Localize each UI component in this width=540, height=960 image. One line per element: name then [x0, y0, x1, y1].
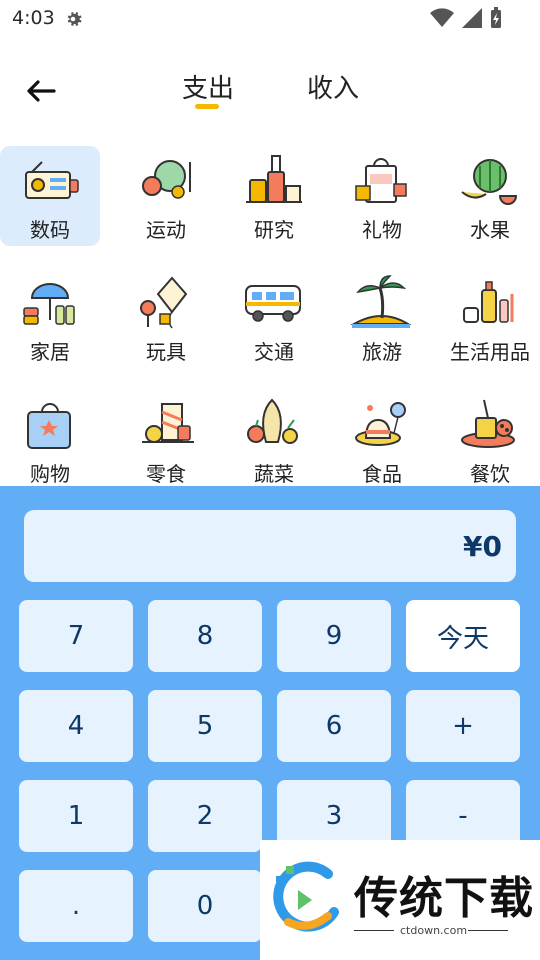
category-label: 生活用品	[450, 340, 530, 364]
category-daily-goods[interactable]: 生活用品	[440, 268, 540, 368]
category-home[interactable]: 家居	[0, 268, 100, 368]
key-plus[interactable]: +	[406, 690, 520, 762]
signal-icon	[462, 8, 482, 28]
fruit-icon	[461, 159, 518, 205]
settings-gear-icon	[67, 12, 82, 26]
key-5[interactable]: 5	[148, 690, 262, 762]
category-food[interactable]: 食品	[332, 390, 432, 486]
tab-income[interactable]: 收入	[305, 68, 361, 105]
category-vegetables[interactable]: 蔬菜	[224, 390, 324, 486]
gift-bag-icon	[355, 158, 407, 203]
home-umbrella-icon	[23, 283, 75, 325]
key-0[interactable]: 0	[148, 870, 262, 942]
dining-icon	[461, 399, 515, 448]
palm-island-icon	[350, 275, 412, 328]
category-shopping[interactable]: 购物	[0, 390, 100, 486]
key-2[interactable]: 2	[148, 780, 262, 852]
category-label: 零食	[146, 462, 186, 486]
watermark: 传统下载 ctdown.com	[260, 840, 540, 960]
sports-balls-icon	[142, 160, 191, 199]
category-research[interactable]: 研究	[224, 146, 324, 246]
category-label: 蔬菜	[254, 462, 294, 486]
status-bar: 4:03	[0, 0, 540, 38]
key-1[interactable]: 1	[19, 780, 133, 852]
category-sports[interactable]: 运动	[116, 146, 216, 246]
category-label: 运动	[146, 218, 186, 242]
tab-active-indicator	[195, 104, 219, 109]
category-label: 食品	[362, 462, 402, 486]
category-label: 研究	[254, 218, 294, 242]
date-today-button[interactable]: 今天	[406, 600, 520, 672]
category-snacks[interactable]: 零食	[116, 390, 216, 486]
watermark-title: 传统下载	[354, 873, 534, 924]
category-digital[interactable]: 数码	[0, 146, 100, 246]
watermark-url: ctdown.com	[400, 924, 468, 937]
key-dot[interactable]: .	[19, 870, 133, 942]
amount-value: ¥0	[463, 530, 502, 563]
vegetables-icon	[247, 398, 298, 444]
wifi-icon	[430, 8, 454, 27]
snacks-icon	[142, 403, 194, 443]
watermark-divider	[468, 930, 508, 931]
category-grid: 数码 运动 研究 礼物 水果 家居 玩具 交通 旅游 生活用品 购物 零食 蔬菜…	[0, 146, 540, 486]
food-hat-icon	[355, 402, 406, 446]
category-transport[interactable]: 交通	[224, 268, 324, 368]
category-label: 交通	[254, 340, 294, 364]
radio-icon	[25, 161, 79, 199]
category-label: 家居	[30, 340, 70, 364]
watermark-divider	[354, 930, 394, 931]
key-6[interactable]: 6	[277, 690, 391, 762]
key-9[interactable]: 9	[277, 600, 391, 672]
category-label: 旅游	[362, 340, 402, 364]
category-label: 水果	[470, 218, 510, 242]
category-dining[interactable]: 餐饮	[440, 390, 540, 486]
tab-expense[interactable]: 支出	[180, 68, 236, 105]
key-8[interactable]: 8	[148, 600, 262, 672]
key-4[interactable]: 4	[19, 690, 133, 762]
category-label: 礼物	[362, 218, 402, 242]
toiletries-icon	[463, 281, 514, 323]
research-icon	[246, 155, 302, 203]
kite-toy-icon	[140, 276, 188, 329]
amount-display: ¥0	[24, 510, 516, 582]
category-label: 数码	[30, 218, 70, 242]
category-fruit[interactable]: 水果	[440, 146, 540, 246]
header: 支出 收入	[0, 60, 540, 120]
status-time: 4:03	[12, 7, 55, 29]
category-label: 玩具	[146, 340, 186, 364]
category-label: 购物	[30, 462, 70, 486]
bus-icon	[245, 285, 301, 322]
back-arrow-icon[interactable]	[24, 76, 60, 106]
shopping-bag-icon	[27, 403, 71, 449]
battery-icon	[491, 7, 501, 28]
category-gift[interactable]: 礼物	[332, 146, 432, 246]
category-toys[interactable]: 玩具	[116, 268, 216, 368]
category-label: 餐饮	[470, 462, 510, 486]
watermark-logo-icon	[273, 861, 339, 932]
category-travel[interactable]: 旅游	[332, 268, 432, 368]
key-7[interactable]: 7	[19, 600, 133, 672]
